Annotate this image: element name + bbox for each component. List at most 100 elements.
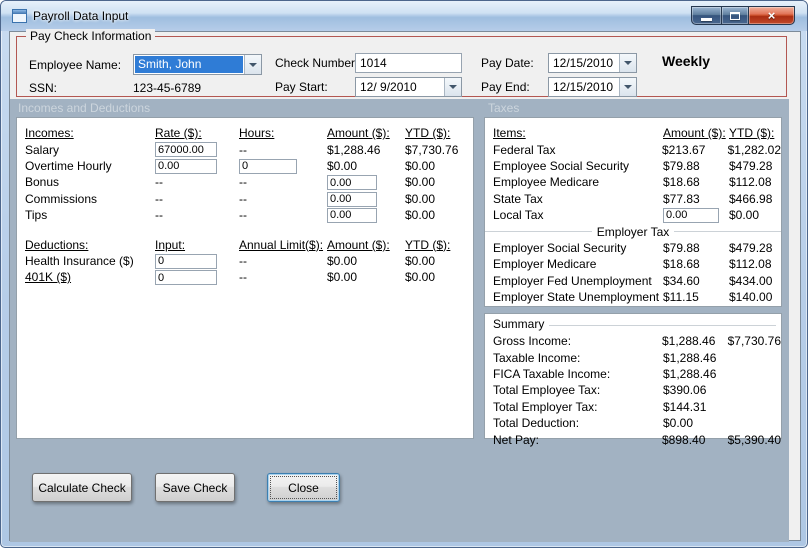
summary-label: Gross Income:: [493, 334, 572, 349]
summary-row-total-deduction: Total Deduction: $0.00: [493, 415, 781, 431]
dropdown-button[interactable]: [244, 55, 261, 74]
summary-label: FICA Taxable Income:: [493, 366, 611, 381]
section-taxes: Taxes: [488, 101, 520, 115]
tax-label: Employee Medicare: [493, 175, 600, 190]
minimize-button[interactable]: [691, 6, 721, 25]
income-hours: --: [239, 208, 247, 223]
deduction-ytd: $0.00: [405, 270, 436, 285]
tax-label: Employer Social Security: [493, 240, 627, 255]
commissions-amount-input[interactable]: [327, 191, 377, 207]
deduction-amount: $0.00: [327, 253, 358, 268]
tax-amount: $79.88: [663, 240, 700, 255]
local-tax-input[interactable]: [663, 207, 719, 223]
title-bar[interactable]: Payroll Data Input ×: [1, 1, 807, 31]
summary-caption-row: Summary: [485, 314, 781, 331]
check-number-input[interactable]: [355, 53, 462, 73]
income-rate: --: [155, 191, 163, 206]
hours-header: Hours:: [239, 126, 275, 141]
income-label: Salary: [25, 142, 60, 157]
annual-limit-header: Annual Limit($):: [239, 237, 324, 252]
income-rate: --: [155, 208, 163, 223]
tax-row-employer-fed-unemp: Employer Fed Unemployment $34.60 $434.00: [493, 273, 781, 289]
pay-start-picker[interactable]: 12/ 9/2010: [355, 77, 462, 97]
deductions-header-row: Deductions: Input: Annual Limit($): Amou…: [25, 236, 473, 252]
dropdown-button[interactable]: [444, 78, 461, 96]
bonus-amount-input[interactable]: [327, 175, 377, 191]
summary-row-total-employee-tax: Total Employee Tax: $390.06: [493, 382, 781, 398]
pay-start-value: 12/ 9/2010: [360, 80, 417, 94]
tax-label: Employer Fed Unemployment: [493, 273, 652, 288]
tax-ytd: $112.08: [729, 175, 772, 190]
employee-name-label: Employee Name:: [29, 58, 122, 72]
ytd-header: YTD ($):: [405, 237, 451, 252]
payroll-window: Payroll Data Input × Pay Check Informati…: [0, 0, 808, 548]
income-amount: $0.00: [327, 158, 358, 173]
tax-amount: $213.67: [662, 142, 706, 157]
income-ytd: $7,730.76: [405, 142, 459, 157]
summary-ytd: $7,730.76: [727, 334, 781, 349]
tax-ytd: $479.28: [729, 240, 773, 255]
income-label: Commissions: [25, 191, 98, 206]
tax-ytd: $479.28: [729, 158, 773, 173]
tax-row-employer-state-unemp: Employer State Unemployment $11.15 $140.…: [493, 289, 781, 305]
save-check-button[interactable]: Save Check: [155, 473, 235, 502]
income-row-tips: Tips -- -- $0.00: [25, 207, 473, 223]
rate-header: Rate ($):: [155, 126, 202, 141]
income-label: Overtime Hourly: [25, 158, 112, 173]
deduction-limit: --: [239, 270, 247, 285]
maximize-button[interactable]: [721, 6, 749, 25]
income-hours: --: [239, 175, 247, 190]
chevron-down-icon: [624, 85, 632, 89]
summary-amount: $1,288.46: [663, 366, 717, 381]
tax-label: Employee Social Security: [493, 158, 630, 173]
summary-label: Taxable Income:: [493, 350, 581, 365]
pay-end-value: 12/15/2010: [553, 80, 614, 94]
pay-end-picker[interactable]: 12/15/2010: [548, 77, 637, 97]
dropdown-button[interactable]: [619, 54, 636, 72]
income-rate: --: [155, 175, 163, 190]
check-number-label: Check Number:: [275, 56, 359, 70]
summary-amount: $144.31: [663, 399, 707, 414]
salary-rate-input[interactable]: [155, 142, 217, 158]
close-button[interactable]: Close: [267, 473, 340, 502]
dropdown-button[interactable]: [619, 78, 636, 96]
calculate-check-button[interactable]: Calculate Check: [32, 473, 132, 502]
tax-label: State Tax: [493, 191, 543, 206]
pay-date-label: Pay Date:: [481, 56, 534, 70]
income-hours: --: [239, 191, 247, 206]
summary-panel: Summary Gross Income: $1,288.46 $7,730.7…: [484, 313, 782, 447]
tax-label: Employer State Unemployment: [493, 290, 660, 305]
overtime-hours-input[interactable]: [239, 158, 297, 174]
employee-name-select[interactable]: Smith, John: [133, 54, 262, 75]
window-title: Payroll Data Input: [33, 9, 129, 23]
incomes-deductions-panel: Incomes: Rate ($): Hours: Amount ($): YT…: [16, 117, 474, 439]
summary-row-taxable: Taxable Income: $1,288.46: [493, 349, 781, 365]
summary-ytd: $5,390.40: [727, 432, 781, 447]
tips-amount-input[interactable]: [327, 207, 377, 223]
pay-date-picker[interactable]: 12/15/2010: [548, 53, 637, 73]
tax-row-employer-medicare: Employer Medicare $18.68 $112.08: [493, 256, 781, 272]
employee-name-value: Smith, John: [135, 56, 243, 73]
tax-row-federal: Federal Tax $213.67 $1,282.02: [493, 141, 781, 157]
incomes-header-row: Incomes: Rate ($): Hours: Amount ($): YT…: [25, 125, 473, 141]
tax-row-local: Local Tax $0.00: [493, 207, 781, 223]
health-insurance-input[interactable]: [155, 253, 217, 269]
overtime-rate-input[interactable]: [155, 158, 217, 174]
summary-label: Total Employer Tax:: [493, 399, 598, 414]
ytd-header: YTD ($):: [729, 126, 775, 141]
amount-cell: [327, 191, 405, 207]
deduction-401k-link[interactable]: 401K ($): [25, 270, 155, 284]
amount-cell: [327, 207, 405, 223]
tax-row-state: State Tax $77.83 $466.98: [493, 191, 781, 207]
pay-end-label: Pay End:: [481, 80, 530, 94]
summary-title: Summary: [493, 317, 545, 331]
401k-input[interactable]: [155, 270, 217, 286]
taxes-header-row: Items: Amount ($): YTD ($):: [493, 125, 781, 141]
tax-amount: $77.83: [663, 191, 700, 206]
income-row-commissions: Commissions -- -- $0.00: [25, 191, 473, 207]
close-window-button[interactable]: ×: [749, 6, 795, 25]
summary-label: Total Employee Tax:: [493, 383, 601, 398]
deduction-ytd: $0.00: [405, 253, 436, 268]
tax-amount: $79.88: [663, 158, 700, 173]
amount-cell: [327, 175, 405, 191]
